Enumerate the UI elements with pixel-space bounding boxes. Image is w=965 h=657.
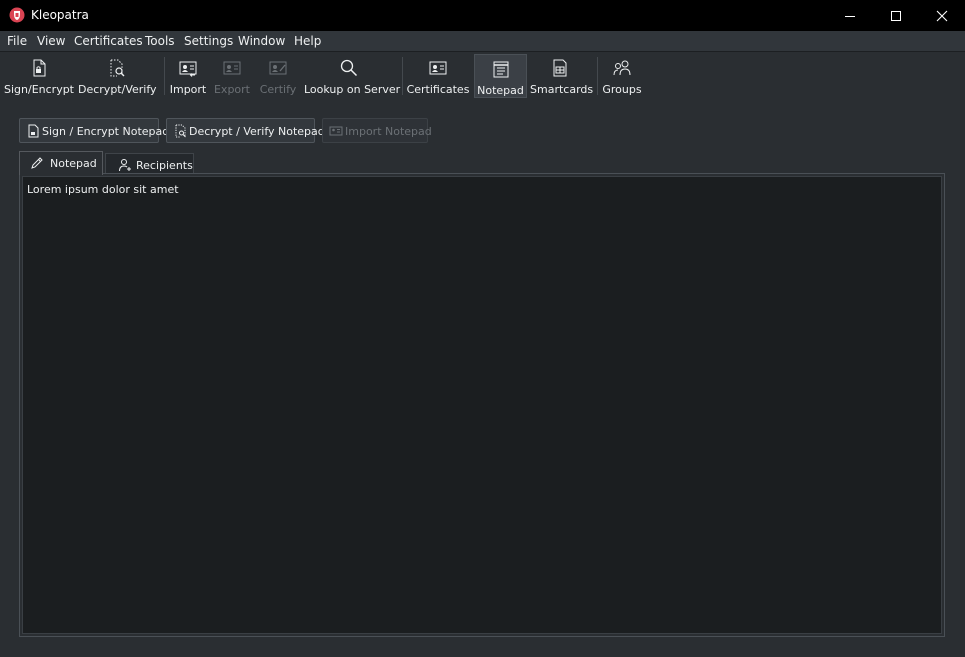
tab-label: Recipients <box>136 159 193 172</box>
main-toolbar: Sign/Encrypt Decrypt/Verify Import Expor… <box>0 52 965 99</box>
menu-settings[interactable]: Settings <box>184 34 233 48</box>
search-icon <box>340 59 358 77</box>
maximize-button[interactable] <box>873 0 919 31</box>
toolbar-label: Certify <box>259 83 297 96</box>
toolbar-separator <box>164 57 165 95</box>
export-icon <box>223 61 241 75</box>
notepad-panel: Lorem ipsum dolor sit amet <box>19 173 945 637</box>
add-user-icon <box>119 159 131 172</box>
decrypt-verify-button[interactable]: Decrypt/Verify <box>78 54 157 98</box>
toolbar-label: Certificates <box>406 83 470 96</box>
decrypt-verify-icon <box>110 59 125 77</box>
window-title: Kleopatra <box>31 8 89 22</box>
import-icon <box>329 126 343 136</box>
close-icon <box>936 10 948 21</box>
certify-button[interactable]: Certify <box>256 54 300 98</box>
toolbar-separator <box>597 57 598 95</box>
menu-bar: File View Certificates Tools Settings Wi… <box>0 31 965 52</box>
menu-certificates[interactable]: Certificates <box>74 34 143 48</box>
certificates-button[interactable]: Certificates <box>406 54 470 98</box>
toolbar-label: Groups <box>602 83 642 96</box>
toolbar-label: Lookup on Server <box>304 83 401 96</box>
minimize-icon <box>845 15 855 17</box>
certify-icon <box>269 61 287 75</box>
menu-view[interactable]: View <box>37 34 65 48</box>
toolbar-label: Sign/Encrypt <box>4 83 74 96</box>
sign-encrypt-icon <box>28 124 39 138</box>
title-bar: Kleopatra <box>0 0 965 31</box>
tab-recipients[interactable]: Recipients <box>105 153 194 175</box>
smartcard-icon <box>553 59 567 77</box>
sign-encrypt-button[interactable]: Sign/Encrypt <box>4 54 74 98</box>
import-notepad-button[interactable]: Import Notepad <box>322 118 432 143</box>
toolbar-label: Import <box>169 83 207 96</box>
minimize-button[interactable] <box>827 0 873 31</box>
notepad-content: Lorem ipsum dolor sit amet <box>27 183 179 196</box>
menu-help[interactable]: Help <box>294 34 321 48</box>
toolbar-label: Decrypt/Verify <box>78 83 157 96</box>
maximize-icon <box>891 10 901 21</box>
decrypt-verify-icon <box>175 124 186 138</box>
import-icon <box>179 61 197 77</box>
button-label: Import Notepad <box>345 125 432 138</box>
close-button[interactable] <box>919 0 965 31</box>
decrypt-verify-notepad-button[interactable]: Decrypt / Verify Notepad <box>166 118 325 143</box>
notepad-button[interactable]: Notepad <box>474 54 527 98</box>
notepad-icon <box>493 61 508 78</box>
menu-tools[interactable]: Tools <box>145 34 175 48</box>
kleopatra-logo-icon <box>9 7 25 23</box>
toolbar-label: Notepad <box>477 84 524 97</box>
button-label: Decrypt / Verify Notepad <box>189 125 325 138</box>
import-button[interactable]: Import <box>168 54 208 98</box>
notepad-editor[interactable]: Lorem ipsum dolor sit amet <box>22 176 942 634</box>
groups-button[interactable]: Groups <box>601 54 643 98</box>
sign-encrypt-notepad-button[interactable]: Sign / Encrypt Notepad <box>19 118 169 143</box>
lookup-on-server-button[interactable]: Lookup on Server <box>304 54 401 98</box>
sign-encrypt-icon <box>33 59 46 77</box>
smartcards-button[interactable]: Smartcards <box>530 54 594 98</box>
export-button[interactable]: Export <box>212 54 252 98</box>
toolbar-separator <box>402 57 403 95</box>
groups-icon <box>613 60 631 76</box>
menu-file[interactable]: File <box>7 34 27 48</box>
toolbar-label: Export <box>213 83 250 96</box>
tab-label: Notepad <box>50 157 97 170</box>
pencil-icon <box>31 157 43 169</box>
certificates-icon <box>429 61 447 75</box>
toolbar-label: Smartcards <box>530 83 594 96</box>
menu-window[interactable]: Window <box>238 34 285 48</box>
button-label: Sign / Encrypt Notepad <box>42 125 170 138</box>
tab-notepad[interactable]: Notepad <box>19 151 103 175</box>
